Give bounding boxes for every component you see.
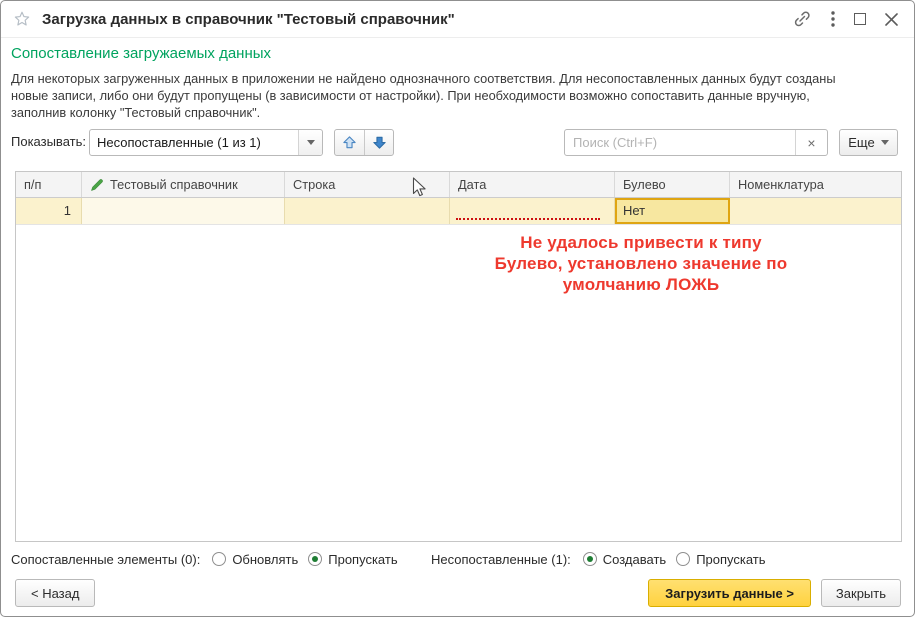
radio-label: Пропускать (696, 552, 765, 567)
favorite-star-icon[interactable] (13, 10, 31, 28)
search-box: × (564, 129, 828, 156)
filter-select[interactable]: Несопоставленные (1 из 1) (89, 129, 323, 156)
more-button[interactable]: Еще (839, 129, 898, 156)
clear-search-button[interactable]: × (795, 130, 827, 155)
show-label: Показывать: (11, 134, 86, 149)
table-row: 1 Нет (16, 198, 901, 225)
column-header-boolean[interactable]: Булево (615, 172, 730, 197)
radio-icon (212, 552, 226, 566)
unmatched-label: Несопоставленные (1): (431, 552, 571, 567)
search-input[interactable] (565, 130, 795, 155)
move-up-button[interactable] (335, 130, 364, 155)
radio-matched-update[interactable]: Обновлять (212, 552, 298, 567)
filter-dropdown-button[interactable] (298, 130, 322, 155)
error-underline (456, 218, 600, 220)
column-header-reference[interactable]: Тестовый справочник (82, 172, 285, 197)
cell-boolean-selected[interactable]: Нет (615, 198, 730, 224)
radio-unmatched-create[interactable]: Создавать (583, 552, 666, 567)
cell-num[interactable]: 1 (16, 198, 82, 224)
description-line: новые записи, либо они будут пропущены (… (11, 87, 836, 104)
matched-options-group: Сопоставленные элементы (0): Обновлять П… (11, 550, 398, 568)
filter-select-value: Несопоставленные (1 из 1) (90, 130, 298, 155)
column-header-num[interactable]: п/п (16, 172, 82, 197)
cell-string[interactable] (285, 198, 450, 224)
window-title: Загрузка данных в справочник "Тестовый с… (42, 11, 455, 28)
column-header-nomenclature[interactable]: Номенклатура (730, 172, 901, 197)
arrow-down-icon (372, 135, 387, 150)
move-down-button[interactable] (364, 130, 393, 155)
radio-icon-checked (583, 552, 597, 566)
radio-icon (676, 552, 690, 566)
unmatched-options-group: Несопоставленные (1): Создавать Пропуска… (431, 550, 766, 568)
link-icon[interactable] (792, 9, 812, 29)
column-header-string[interactable]: Строка (285, 172, 450, 197)
back-button[interactable]: < Назад (15, 579, 95, 607)
more-button-label: Еще (848, 135, 874, 150)
maximize-icon[interactable] (854, 13, 866, 25)
move-buttons-group (334, 129, 394, 156)
cell-date[interactable] (450, 198, 615, 224)
radio-icon-checked (308, 552, 322, 566)
description-line: Для некоторых загруженных данных в прило… (11, 70, 836, 87)
close-button[interactable]: Закрыть (821, 579, 901, 607)
table-header-row: п/п Тестовый справочник Строка Дата Буле… (16, 172, 901, 198)
radio-matched-skip[interactable]: Пропускать (308, 552, 397, 567)
description-line: заполнив колонку "Тестовый справочник". (11, 104, 836, 121)
radio-label: Создавать (603, 552, 666, 567)
column-header-date[interactable]: Дата (450, 172, 615, 197)
clear-icon: × (807, 135, 815, 151)
cell-nomenclature[interactable] (730, 198, 901, 224)
app-window: Загрузка данных в справочник "Тестовый с… (0, 0, 915, 617)
mapping-table: п/п Тестовый справочник Строка Дата Буле… (15, 171, 902, 542)
radio-unmatched-skip[interactable]: Пропускать (676, 552, 765, 567)
title-bar: Загрузка данных в справочник "Тестовый с… (1, 1, 914, 38)
error-annotation: Не удалось привести к типу Булево, устан… (441, 232, 841, 295)
chevron-down-icon (307, 140, 315, 145)
cell-reference[interactable] (82, 198, 285, 224)
radio-label: Пропускать (328, 552, 397, 567)
arrow-up-icon (342, 135, 357, 150)
kebab-menu-icon[interactable] (831, 11, 835, 27)
close-icon[interactable] (885, 13, 898, 26)
radio-label: Обновлять (232, 552, 298, 567)
page-description: Для некоторых загруженных данных в прило… (11, 70, 836, 121)
annotation-line: Не удалось привести к типу (441, 232, 841, 253)
footer-action-buttons: Загрузить данные > Закрыть (648, 579, 901, 607)
titlebar-actions (792, 9, 898, 29)
chevron-down-icon (881, 140, 889, 145)
load-data-button[interactable]: Загрузить данные > (648, 579, 811, 607)
matched-label: Сопоставленные элементы (0): (11, 552, 200, 567)
annotation-line: умолчанию ЛОЖЬ (441, 274, 841, 295)
annotation-line: Булево, установлено значение по (441, 253, 841, 274)
page-title: Сопоставление загружаемых данных (11, 45, 271, 62)
pencil-icon (90, 178, 104, 192)
